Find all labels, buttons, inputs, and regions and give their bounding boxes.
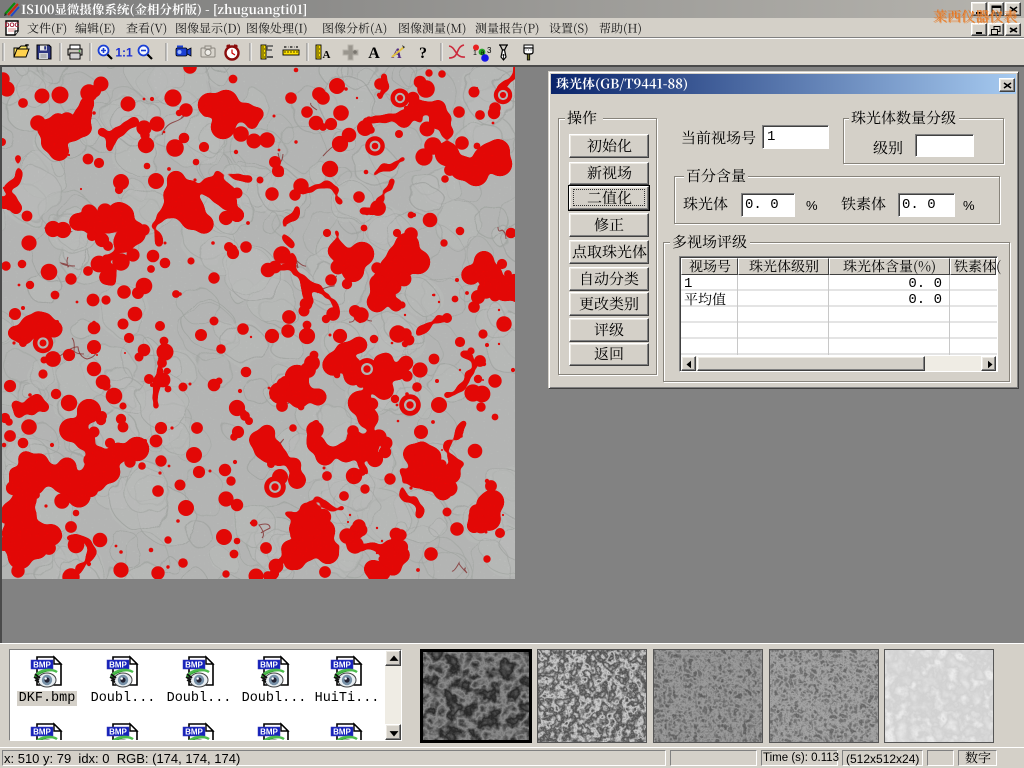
svg-text:?: ? xyxy=(419,45,427,62)
svg-text:3: 3 xyxy=(487,46,492,55)
svg-text:A: A xyxy=(368,45,380,62)
svg-text:1: 1 xyxy=(473,50,477,57)
svg-text:A: A xyxy=(323,49,331,61)
svg-text:1:1: 1:1 xyxy=(115,46,133,60)
svg-text:a: a xyxy=(481,50,485,57)
